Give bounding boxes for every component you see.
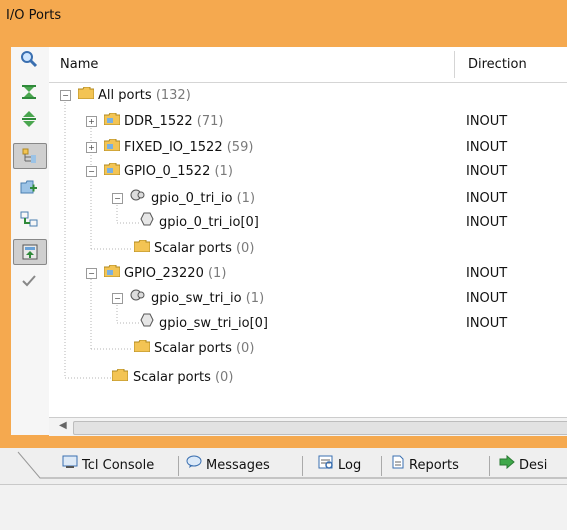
row-count: (1) — [236, 191, 256, 206]
folder-icon — [133, 338, 151, 360]
tab-label: Reports — [409, 458, 459, 473]
row-label: Scalar ports — [154, 241, 232, 256]
panel-title: I/O Ports — [6, 8, 62, 23]
tab-design[interactable]: Desi — [499, 454, 547, 478]
search-icon[interactable] — [13, 47, 45, 71]
row-direction: INOUT — [466, 164, 508, 179]
tree-row[interactable]: − GPIO_23220 (1) INOUT — [49, 263, 567, 285]
tree-row[interactable]: + DDR_1522 (71) INOUT — [49, 111, 567, 133]
row-direction: INOUT — [466, 215, 508, 230]
group-by-interface-icon[interactable] — [13, 143, 47, 169]
speech-bubble-icon — [186, 454, 202, 478]
row-count: (0) — [214, 370, 234, 385]
tree-row[interactable]: − All ports (132) — [49, 85, 567, 107]
row-count: (1) — [214, 164, 233, 179]
side-toolbar — [11, 47, 49, 435]
tab-tcl-console[interactable]: Tcl Console — [62, 454, 154, 478]
tab-label: Tcl Console — [82, 458, 155, 473]
row-label: GPIO_23220 — [124, 266, 204, 281]
tab-separator — [178, 456, 179, 476]
row-label: DDR_1522 — [124, 114, 193, 129]
row-label: gpio_sw_tri_io[0] — [159, 316, 269, 331]
interface-folder-icon — [103, 137, 121, 159]
row-label: GPIO_0_1522 — [124, 164, 211, 179]
expand-toggle-icon[interactable]: + — [86, 116, 97, 127]
tab-label: Desi — [519, 458, 548, 473]
folder-icon — [111, 367, 129, 389]
tab-reports[interactable]: Reports — [391, 454, 459, 478]
row-label: All ports — [98, 88, 152, 103]
tree-row[interactable]: Scalar ports (0) — [49, 238, 567, 260]
scrollbar-thumb[interactable] — [73, 421, 567, 435]
tree-row[interactable]: − gpio_sw_tri_io (1) INOUT — [49, 288, 567, 310]
tab-log[interactable]: Log — [318, 454, 361, 478]
tree-row[interactable]: Scalar ports (0) — [49, 367, 567, 389]
row-count: (59) — [226, 140, 254, 155]
row-count: (0) — [235, 341, 255, 356]
add-folder-icon[interactable] — [13, 175, 45, 199]
row-direction: INOUT — [466, 140, 508, 155]
tree-row[interactable]: gpio_sw_tri_io[0] INOUT — [49, 313, 567, 335]
tree-row[interactable]: Scalar ports (0) — [49, 338, 567, 360]
interface-folder-icon — [103, 111, 121, 133]
row-label: Scalar ports — [154, 341, 232, 356]
tree-row[interactable]: − GPIO_0_1522 (1) INOUT — [49, 161, 567, 183]
tree-row[interactable]: gpio_0_tri_io[0] INOUT — [49, 212, 567, 234]
bottom-tab-bar: Tcl Console Messages Log Reports Desi — [0, 448, 567, 480]
row-label: gpio_sw_tri_io — [151, 291, 242, 306]
row-count: (1) — [245, 291, 265, 306]
tab-separator — [381, 456, 382, 476]
folder-icon — [77, 85, 95, 107]
log-icon — [318, 454, 334, 478]
row-direction: INOUT — [466, 266, 508, 281]
ports-tree-table: Name Direction − All ports (132) + DDR_1… — [49, 47, 567, 417]
tree-row[interactable]: − gpio_0_tri_io (1) INOUT — [49, 188, 567, 210]
row-direction: INOUT — [466, 316, 508, 331]
collapse-toggle-icon[interactable]: − — [112, 293, 123, 304]
folder-icon — [133, 238, 151, 260]
tab-separator — [489, 456, 490, 476]
export-icon[interactable] — [13, 239, 47, 265]
collapse-toggle-icon[interactable]: − — [86, 166, 97, 177]
row-label: gpio_0_tri_io — [151, 191, 233, 206]
console-icon — [62, 454, 78, 478]
tab-label: Messages — [206, 458, 270, 473]
expand-all-icon[interactable] — [13, 107, 45, 131]
bus-port-icon — [130, 288, 146, 310]
status-bar — [0, 484, 567, 530]
row-count: (0) — [235, 241, 255, 256]
interface-folder-icon — [103, 161, 121, 183]
bus-port-icon — [130, 188, 146, 210]
green-arrow-icon — [499, 454, 515, 478]
report-icon — [391, 454, 405, 478]
tree-row[interactable]: + FIXED_IO_1522 (59) INOUT — [49, 137, 567, 159]
tab-label: Log — [338, 458, 362, 473]
collapse-toggle-icon[interactable]: − — [86, 268, 97, 279]
port-icon — [140, 212, 154, 234]
row-count: (71) — [196, 114, 224, 129]
row-direction: INOUT — [466, 191, 508, 206]
tab-separator — [302, 456, 303, 476]
auto-assign-icon[interactable] — [13, 207, 45, 231]
io-ports-panel: I/O Ports Name Direction − All ports (13… — [0, 0, 567, 448]
column-header-direction[interactable]: Direction — [468, 47, 527, 82]
tab-messages[interactable]: Messages — [186, 454, 270, 478]
row-label: FIXED_IO_1522 — [124, 140, 223, 155]
checkmark-icon[interactable] — [13, 269, 45, 293]
port-icon — [140, 313, 154, 335]
row-count: (1) — [207, 266, 227, 281]
scroll-left-icon[interactable]: ◀ — [59, 420, 67, 431]
row-label: gpio_0_tri_io[0] — [159, 215, 259, 230]
horizontal-scrollbar[interactable]: ◀ — [49, 417, 567, 436]
row-direction: INOUT — [466, 114, 508, 129]
collapse-toggle-icon[interactable]: − — [60, 90, 71, 101]
interface-folder-icon — [103, 263, 121, 285]
row-count: (132) — [155, 88, 191, 103]
expand-toggle-icon[interactable]: + — [86, 142, 97, 153]
row-direction: INOUT — [466, 291, 508, 306]
row-label: Scalar ports — [133, 370, 211, 385]
collapse-toggle-icon[interactable]: − — [112, 193, 123, 204]
collapse-all-icon[interactable] — [13, 80, 45, 104]
